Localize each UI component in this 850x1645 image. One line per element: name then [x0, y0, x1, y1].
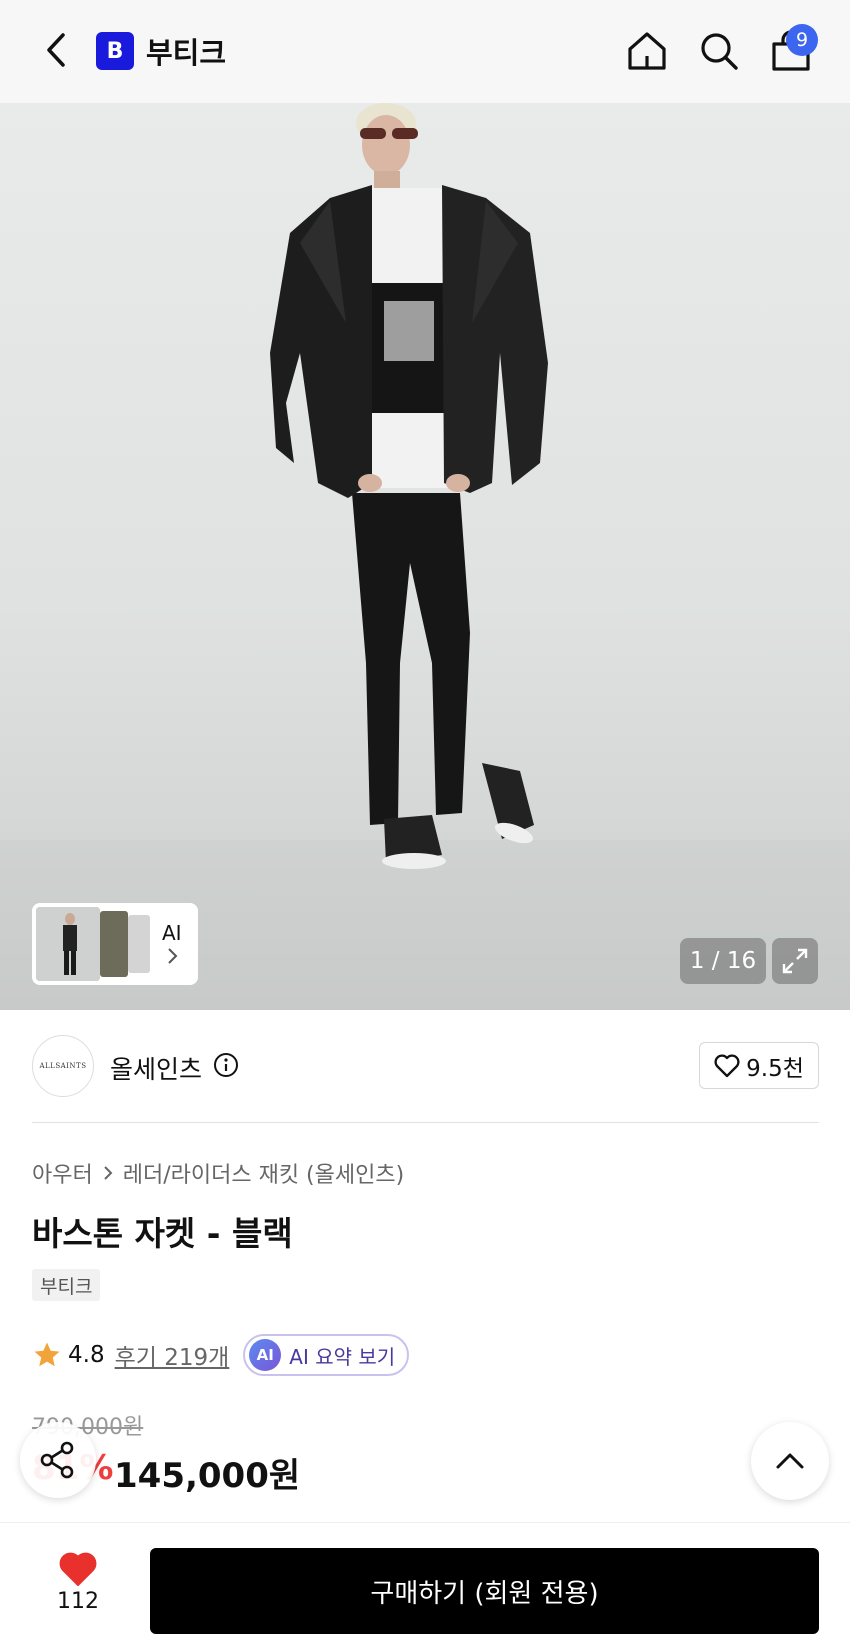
buy-button[interactable]: 구매하기 (회원 전용)	[150, 1548, 819, 1634]
breadcrumb: 아우터 레더/라이더스 재킷 (올세인츠)	[32, 1157, 404, 1189]
share-icon	[40, 1441, 74, 1479]
product-tag: 부티크	[32, 1269, 101, 1301]
bottom-action-bar: 112 구매하기 (회원 전용)	[0, 1522, 850, 1645]
breadcrumb-item[interactable]: 레더/라이더스 재킷 (올세인츠)	[123, 1157, 404, 1189]
rating-row: 4.8 후기 219개 AI AI 요약 보기	[32, 1333, 410, 1377]
review-link[interactable]: 후기 219개	[115, 1338, 230, 1372]
rating-value: 4.8	[68, 1342, 105, 1368]
star-icon	[34, 1342, 60, 1367]
divider	[32, 1122, 819, 1123]
heart-filled-icon	[59, 1552, 97, 1586]
thumbnail-image	[100, 911, 128, 977]
boutique-logo[interactable]: B	[96, 32, 134, 70]
cart-count-badge: 9	[786, 24, 818, 56]
ai-summary-label: AI 요약 보기	[289, 1344, 396, 1369]
expand-icon[interactable]	[772, 938, 818, 984]
brand-logo[interactable]: ALLSAINTS	[32, 1035, 94, 1097]
chevron-right-icon	[104, 1166, 113, 1180]
model-figure	[270, 103, 548, 869]
image-counter: 1 / 16	[680, 938, 766, 984]
page-title[interactable]: 부티크	[146, 30, 226, 72]
thumbnail-ai-label: AI	[162, 921, 182, 945]
ai-badge-icon: AI	[249, 1339, 282, 1371]
wish-button[interactable]: 112	[40, 1551, 116, 1621]
chevron-right-icon	[166, 947, 178, 970]
info-icon[interactable]	[213, 1052, 239, 1078]
product-image-gallery[interactable]: AI 1 / 16	[0, 103, 850, 1010]
brand-name[interactable]: 올세인츠	[110, 1050, 202, 1086]
ai-summary-button[interactable]: AI AI 요약 보기	[243, 1334, 410, 1376]
heart-outline-icon	[714, 1053, 740, 1077]
product-title: 바스톤 자켓 - 블랙	[32, 1214, 293, 1253]
top-header: B 부티크 9	[0, 0, 850, 103]
search-icon[interactable]	[694, 26, 744, 76]
breadcrumb-item[interactable]: 아우터	[32, 1157, 93, 1189]
thumbnail-image	[128, 915, 150, 973]
chevron-up-icon	[776, 1453, 804, 1469]
thumbnail-image	[36, 907, 100, 981]
home-icon[interactable]	[622, 26, 672, 76]
ai-photo-thumbnail-card[interactable]: AI	[32, 903, 198, 985]
back-arrow-icon[interactable]	[38, 28, 74, 72]
brand-like-count: 9.5천	[746, 1055, 804, 1082]
share-button[interactable]	[20, 1422, 96, 1498]
scroll-to-top-button[interactable]	[751, 1422, 829, 1500]
wish-count: 112	[57, 1589, 99, 1614]
sale-price: 145,000원	[114, 1456, 301, 1496]
brand-like-button[interactable]: 9.5천	[699, 1042, 819, 1089]
